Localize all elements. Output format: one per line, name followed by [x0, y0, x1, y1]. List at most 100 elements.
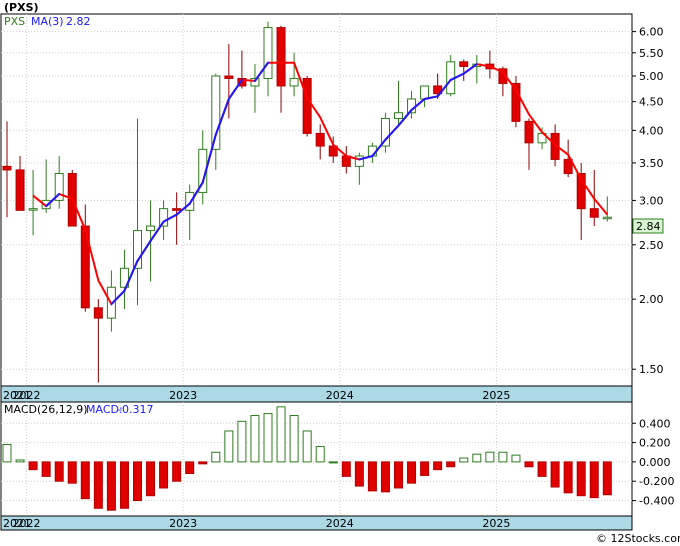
- candle-body: [315, 132, 325, 147]
- watermark: © 12Stocks.com: [596, 532, 680, 545]
- price-tick-label: 2.00: [639, 293, 664, 306]
- candle-body: [146, 225, 156, 232]
- macd-legend-value: -0.317: [118, 403, 153, 416]
- legend-ma-name: MA(3): [31, 15, 64, 28]
- macd-bar: [485, 451, 495, 463]
- macd-date-strip: [0, 515, 633, 531]
- candle-body: [93, 307, 103, 319]
- macd-legend-name: MACD(26,12,9): [4, 403, 88, 416]
- candle-body: [524, 120, 534, 144]
- candle-body: [394, 112, 403, 119]
- macd-bar: [2, 444, 12, 463]
- macd-bar: [537, 461, 547, 477]
- candle-body: [589, 208, 599, 218]
- price-axis-ticks: 6.00 5.50 5.00 4.50 4.00 3.50 3.00 2.50 2.00 1.50: [632, 26, 664, 376]
- candle-body: [28, 208, 38, 211]
- legend-pxs: PXS: [4, 15, 25, 28]
- macd-bar: [67, 461, 77, 484]
- macd-bar: [172, 461, 182, 482]
- macd-bar: [576, 461, 586, 497]
- chart-title: (PXS): [4, 1, 39, 14]
- macd-bar: [250, 415, 260, 463]
- price-tick-label: 1.50: [639, 363, 664, 376]
- macd-bar: [211, 451, 221, 463]
- macd-bar: [602, 461, 612, 496]
- candle-body: [185, 191, 195, 211]
- price-tick-label: 5.50: [639, 47, 664, 60]
- macd-bar: [394, 461, 403, 489]
- macd-bar: [106, 461, 116, 511]
- macd-bar: [119, 461, 129, 509]
- candle-body: [15, 169, 25, 211]
- macd-bar: [54, 461, 64, 482]
- macd-bar: [302, 430, 312, 463]
- macd-tick-label: -0.400: [639, 495, 674, 508]
- macd-axis-ticks: 0.400 0.200 0.000 -0.200 -0.400: [632, 417, 674, 508]
- candle-body: [159, 208, 169, 227]
- macd-bar: [28, 461, 38, 471]
- macd-bar: [185, 461, 195, 474]
- candle-body: [459, 61, 469, 67]
- macd-bar: [589, 461, 599, 499]
- macd-bar: [524, 461, 534, 468]
- candle-body: [172, 208, 182, 211]
- macd-bar: [198, 461, 208, 465]
- macd-bar: [511, 454, 521, 463]
- macd-tick-label: 0.400: [639, 417, 671, 430]
- candle-body: [420, 85, 430, 100]
- macd-bar: [472, 453, 482, 463]
- macd-bar: [328, 461, 338, 464]
- macd-bar: [354, 461, 364, 487]
- price-date-label: 2022: [13, 389, 41, 402]
- stock-chart: 6.00 5.50 5.00 4.50 4.00 3.50 3.00 2.50 2.00 1.50…: [0, 1, 680, 545]
- macd-bar: [146, 461, 156, 497]
- candle-body: [289, 77, 299, 87]
- candle-body: [224, 75, 234, 79]
- macd-bar: [367, 461, 377, 492]
- macd-bar: [289, 415, 299, 463]
- macd-bar: [563, 461, 573, 494]
- macd-bar: [224, 430, 234, 463]
- price-tick-label: 2.50: [639, 239, 664, 252]
- price-date-label: 2024: [326, 389, 354, 402]
- price-tick-label: 4.50: [639, 96, 664, 109]
- macd-tick-label: -0.200: [639, 475, 674, 488]
- macd-bar: [133, 461, 142, 502]
- macd-bar: [80, 461, 90, 500]
- candle-body: [2, 165, 12, 171]
- macd-bar: [459, 457, 469, 463]
- macd-bar: [276, 406, 286, 463]
- macd-tick-label: 0.000: [639, 456, 671, 469]
- macd-bar: [380, 461, 390, 493]
- macd-bar: [498, 451, 508, 463]
- price-tick-label: 5.00: [639, 70, 664, 83]
- price-tick-label: 3.00: [639, 194, 664, 207]
- price-date-label: 2023: [169, 389, 197, 402]
- macd-date-label: 2024: [326, 517, 354, 530]
- macd-bar: [41, 461, 51, 477]
- macd-bar: [420, 461, 430, 476]
- macd-bar: [93, 461, 103, 509]
- price-tick-label: 6.00: [639, 26, 664, 39]
- macd-tick-label: 0.200: [639, 437, 671, 450]
- macd-date-label: 2022: [13, 517, 41, 530]
- macd-date-label: 2025: [482, 517, 510, 530]
- candle-body: [602, 216, 612, 220]
- price-date-strip: [0, 385, 633, 403]
- price-tag: 2.84: [636, 220, 661, 233]
- price-tick-label: 3.50: [639, 157, 664, 170]
- candle-body: [302, 77, 312, 134]
- candle-body: [354, 155, 364, 167]
- macd-bar: [341, 461, 351, 477]
- macd-bar: [433, 461, 443, 471]
- macd-bar: [446, 461, 456, 468]
- macd-date-label: 2023: [169, 517, 197, 530]
- macd-bar: [407, 461, 417, 484]
- macd-bar: [315, 445, 325, 463]
- candle-body: [276, 27, 286, 87]
- macd-bar: [237, 420, 247, 463]
- candle-body: [263, 27, 273, 79]
- macd-bar: [15, 459, 25, 463]
- macd-bar: [159, 461, 169, 489]
- macd-bar: [550, 461, 560, 488]
